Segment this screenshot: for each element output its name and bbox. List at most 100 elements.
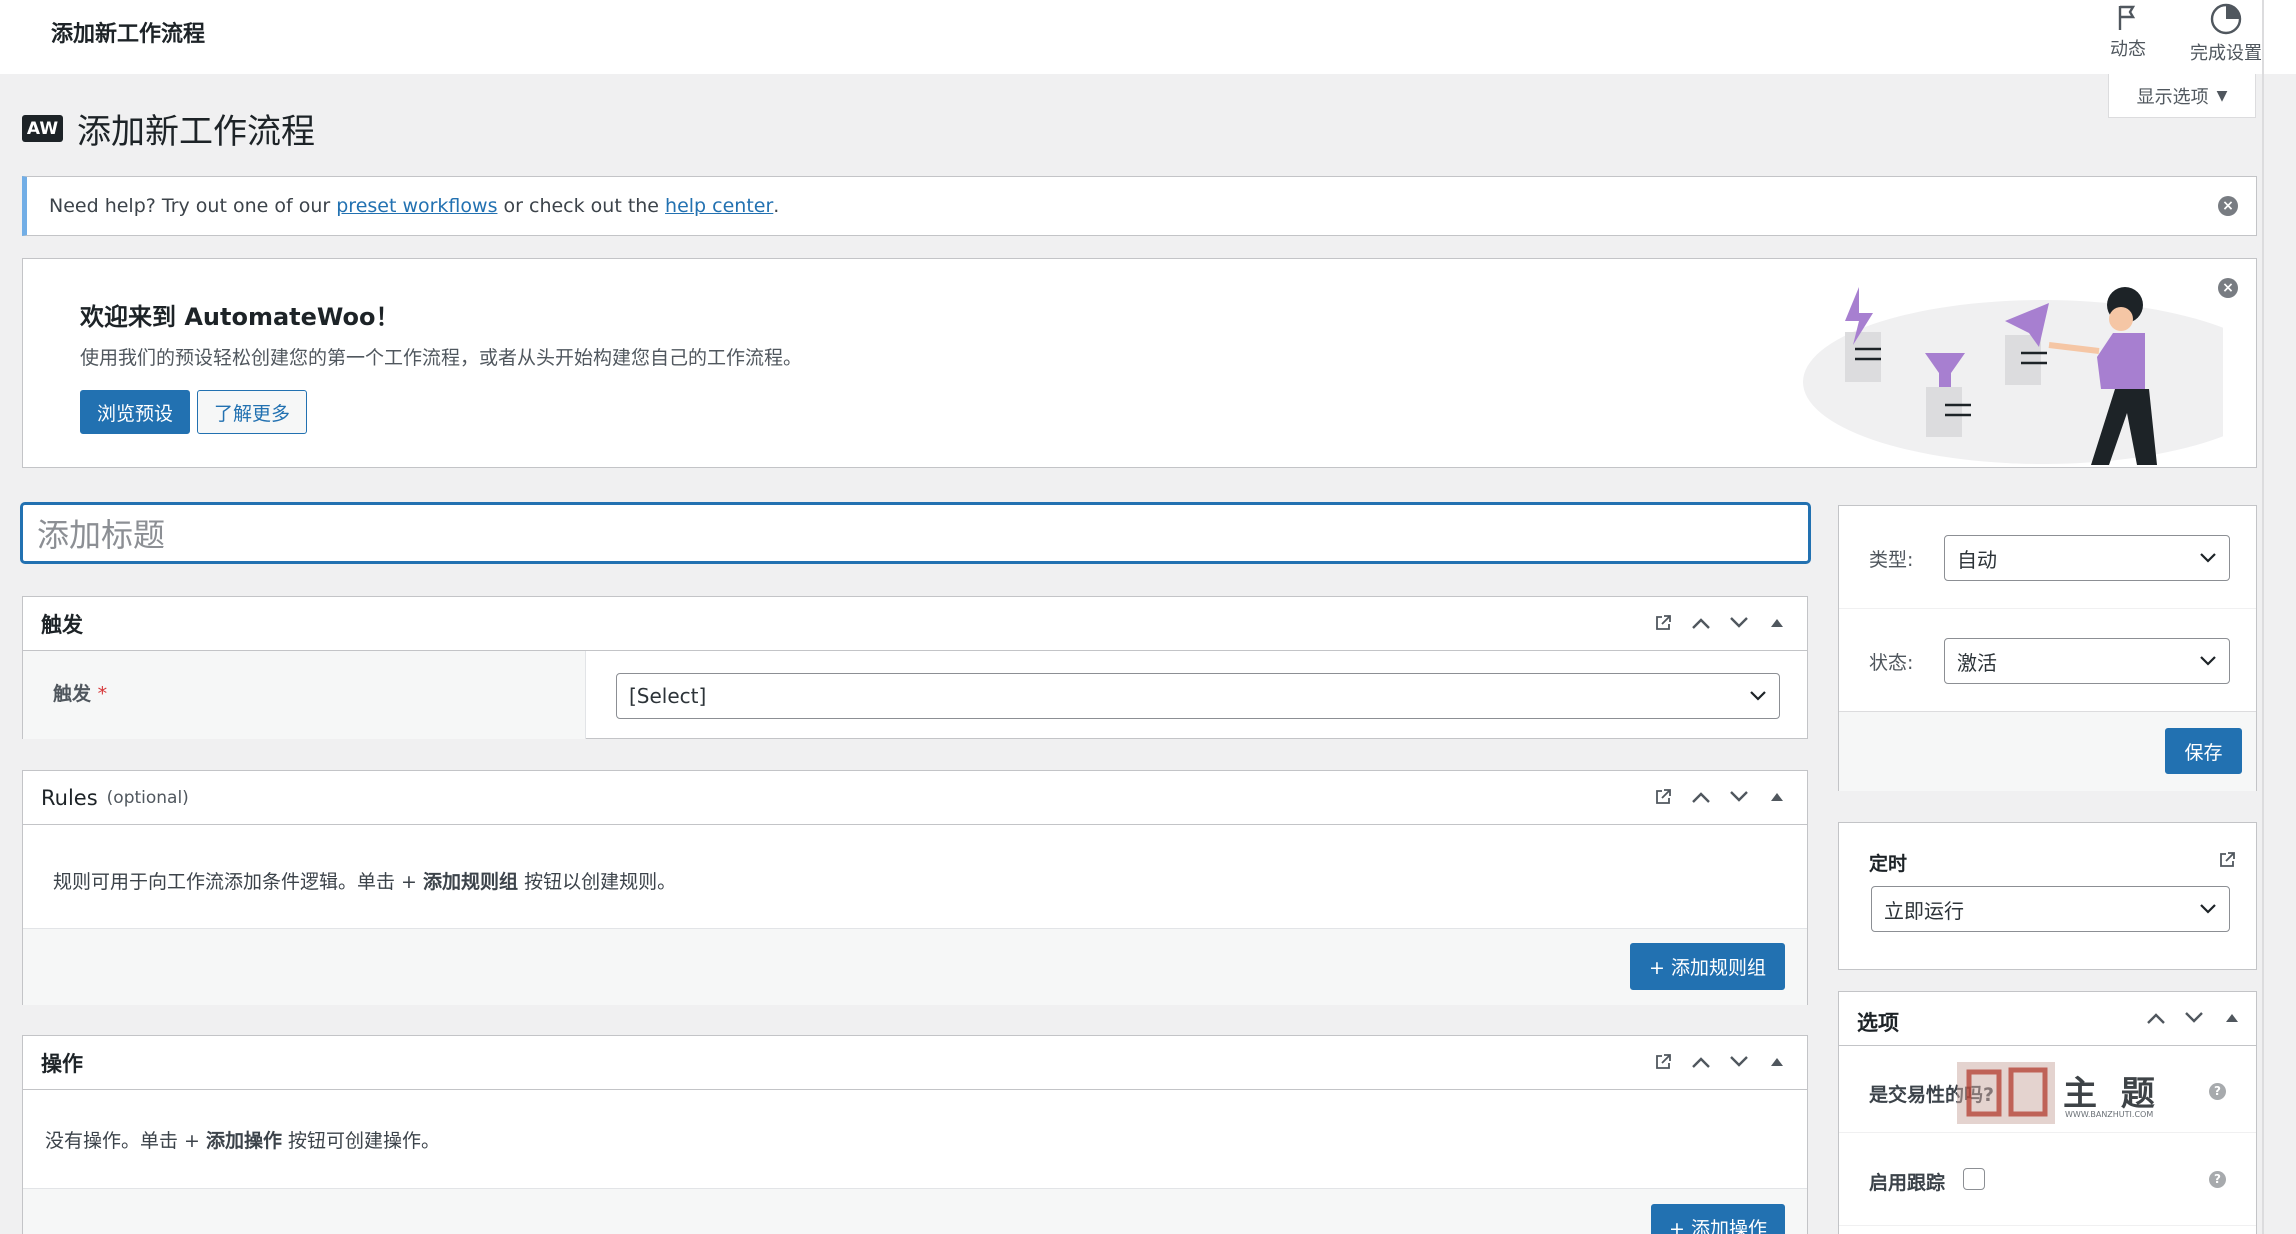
collapse-toggle-icon[interactable] [1765, 785, 1789, 809]
chevron-down-icon [2200, 904, 2216, 914]
finish-setup-button[interactable]: 完成设置 [2190, 2, 2262, 65]
publish-box: 类型: 自动 状态: 激活 保存 [1838, 505, 2257, 791]
trigger-field-label: 触发 [53, 683, 92, 705]
move-down-icon[interactable] [2182, 1006, 2206, 1030]
trigger-box-header[interactable]: 触发 [23, 597, 1807, 651]
rules-box-controls [1651, 785, 1789, 809]
actions-desc-after: 按钮可创建操作。 [282, 1130, 441, 1152]
page-heading: AW 添加新工作流程 [22, 104, 315, 153]
welcome-description: 使用我们的预设轻松创建您的第一个工作流程，或者从头开始构建您自己的工作流程。 [80, 347, 803, 369]
rules-desc-before: 规则可用于向工作流添加条件逻辑。单击 + [53, 871, 424, 893]
status-select-value: 激活 [1957, 650, 1997, 675]
external-link-icon[interactable] [1651, 611, 1675, 635]
external-link-icon[interactable] [2218, 851, 2236, 874]
rules-box-header[interactable]: Rules (optional) [23, 771, 1807, 825]
actions-desc-before: 没有操作。单击 + [45, 1130, 206, 1152]
move-up-icon[interactable] [1689, 1050, 1713, 1074]
workflow-title-input[interactable]: 添加标题 [21, 503, 1810, 563]
top-bar: 添加新工作流程 动态 完成设置 [0, 0, 2296, 74]
options-divider [1839, 1225, 2256, 1226]
actions-box-header[interactable]: 操作 [23, 1036, 1807, 1090]
move-down-icon[interactable] [1727, 1050, 1751, 1074]
actions-box-controls [1651, 1050, 1789, 1074]
actions-description: 没有操作。单击 + 添加操作 按钮可创建操作。 [45, 1126, 440, 1153]
move-down-icon[interactable] [1727, 785, 1751, 809]
help-icon[interactable]: ? [2209, 1171, 2226, 1188]
notice-text-middle: or check out the [503, 195, 659, 217]
preset-workflows-link[interactable]: preset workflows [336, 195, 497, 217]
notice-text-before: Need help? Try out one of our [49, 195, 331, 217]
caret-down-icon: ▼ [2216, 87, 2228, 104]
options-divider [1839, 1132, 2256, 1133]
learn-more-button[interactable]: 了解更多 [197, 390, 307, 434]
options-box-controls [2144, 1006, 2244, 1030]
progress-circle-icon [2210, 3, 2242, 35]
type-select[interactable]: 自动 [1944, 535, 2230, 581]
rules-footer [23, 928, 1807, 1005]
rules-box: Rules (optional) 规则可用于向工作流添加条件逻辑。单击 + 添加… [22, 770, 1808, 1005]
collapse-toggle-icon[interactable] [2220, 1006, 2244, 1030]
external-link-icon[interactable] [1651, 1050, 1675, 1074]
add-rule-group-button[interactable]: + 添加规则组 [1630, 943, 1785, 990]
flag-icon [2118, 5, 2136, 30]
move-up-icon[interactable] [2144, 1006, 2168, 1030]
rules-optional-label: (optional) [106, 787, 189, 808]
actions-footer [23, 1188, 1807, 1234]
trigger-select-value: [Select] [629, 684, 707, 708]
notice-text-after: . [773, 195, 780, 217]
automatewoo-logo: AW [22, 115, 63, 142]
trigger-box: 触发 触发 * [Select] [22, 596, 1808, 739]
timing-select-value: 立即运行 [1884, 898, 1964, 923]
save-button[interactable]: 保存 [2165, 728, 2242, 774]
chevron-down-icon [1750, 691, 1766, 701]
help-center-link[interactable]: help center [665, 195, 773, 217]
status-select[interactable]: 激活 [1944, 638, 2230, 684]
move-down-icon[interactable] [1727, 611, 1751, 635]
chevron-down-icon [2200, 553, 2216, 563]
actions-box-title: 操作 [41, 1051, 83, 1076]
help-icon[interactable]: ? [2209, 1083, 2226, 1100]
trigger-box-controls [1651, 611, 1789, 635]
title-placeholder: 添加标题 [37, 516, 166, 554]
rules-desc-bold: 添加规则组 [423, 871, 519, 893]
tracking-checkbox[interactable] [1963, 1168, 1985, 1190]
options-box-header[interactable]: 选项 [1839, 992, 2256, 1046]
external-link-icon[interactable] [1651, 785, 1675, 809]
activity-button[interactable]: 动态 [2110, 2, 2146, 61]
rules-description: 规则可用于向工作流添加条件逻辑。单击 + 添加规则组 按钮以创建规则。 [53, 867, 676, 894]
watermark-seal [1957, 1062, 2055, 1124]
type-select-value: 自动 [1957, 547, 1997, 572]
topbar-title: 添加新工作流程 [51, 22, 206, 47]
rules-box-title: Rules [41, 785, 98, 810]
screen-options-button[interactable]: 显示选项 ▼ [2108, 74, 2256, 118]
tracking-label: 启用跟踪 [1869, 1172, 1946, 1194]
welcome-panel: 欢迎来到 AutomateWoo！ 使用我们的预设轻松创建您的第一个工作流程，或… [22, 258, 2257, 468]
finish-setup-label: 完成设置 [2190, 43, 2262, 64]
trigger-field-label-cell: 触发 * [23, 651, 586, 739]
timing-title: 定时 [1869, 853, 1908, 875]
welcome-illustration [1803, 287, 2223, 465]
watermark-text: 主 题 [2063, 1074, 2161, 1114]
actions-box: 操作 没有操作。单击 + 添加操作 按钮可创建操作。 + 添加操作 [22, 1035, 1808, 1234]
move-up-icon[interactable] [1689, 785, 1713, 809]
screen-options-label: 显示选项 [2136, 86, 2209, 108]
type-label: 类型: [1869, 549, 1914, 571]
chevron-down-icon [2200, 656, 2216, 666]
move-up-icon[interactable] [1689, 611, 1713, 635]
options-title: 选项 [1857, 1011, 1899, 1035]
add-action-button[interactable]: + 添加操作 [1651, 1204, 1785, 1234]
help-notice: Need help? Try out one of our preset wor… [22, 176, 2257, 236]
watermark-logo: 主 题 WWW.BANZHUTI.COM [1955, 1058, 2185, 1130]
scrollbar[interactable] [2262, 0, 2264, 1234]
actions-desc-bold: 添加操作 [206, 1130, 283, 1152]
trigger-select[interactable]: [Select] [616, 673, 1780, 719]
timing-box: 定时 立即运行 [1838, 822, 2257, 970]
watermark-url: WWW.BANZHUTI.COM [2065, 1110, 2154, 1119]
rules-desc-after: 按钮以创建规则。 [518, 871, 677, 893]
browse-presets-button[interactable]: 浏览预设 [80, 390, 190, 434]
welcome-title: 欢迎来到 AutomateWoo！ [80, 303, 400, 331]
collapse-toggle-icon[interactable] [1765, 1050, 1789, 1074]
collapse-toggle-icon[interactable] [1765, 611, 1789, 635]
dismiss-notice-icon[interactable]: × [2218, 196, 2238, 216]
timing-select[interactable]: 立即运行 [1871, 886, 2230, 932]
